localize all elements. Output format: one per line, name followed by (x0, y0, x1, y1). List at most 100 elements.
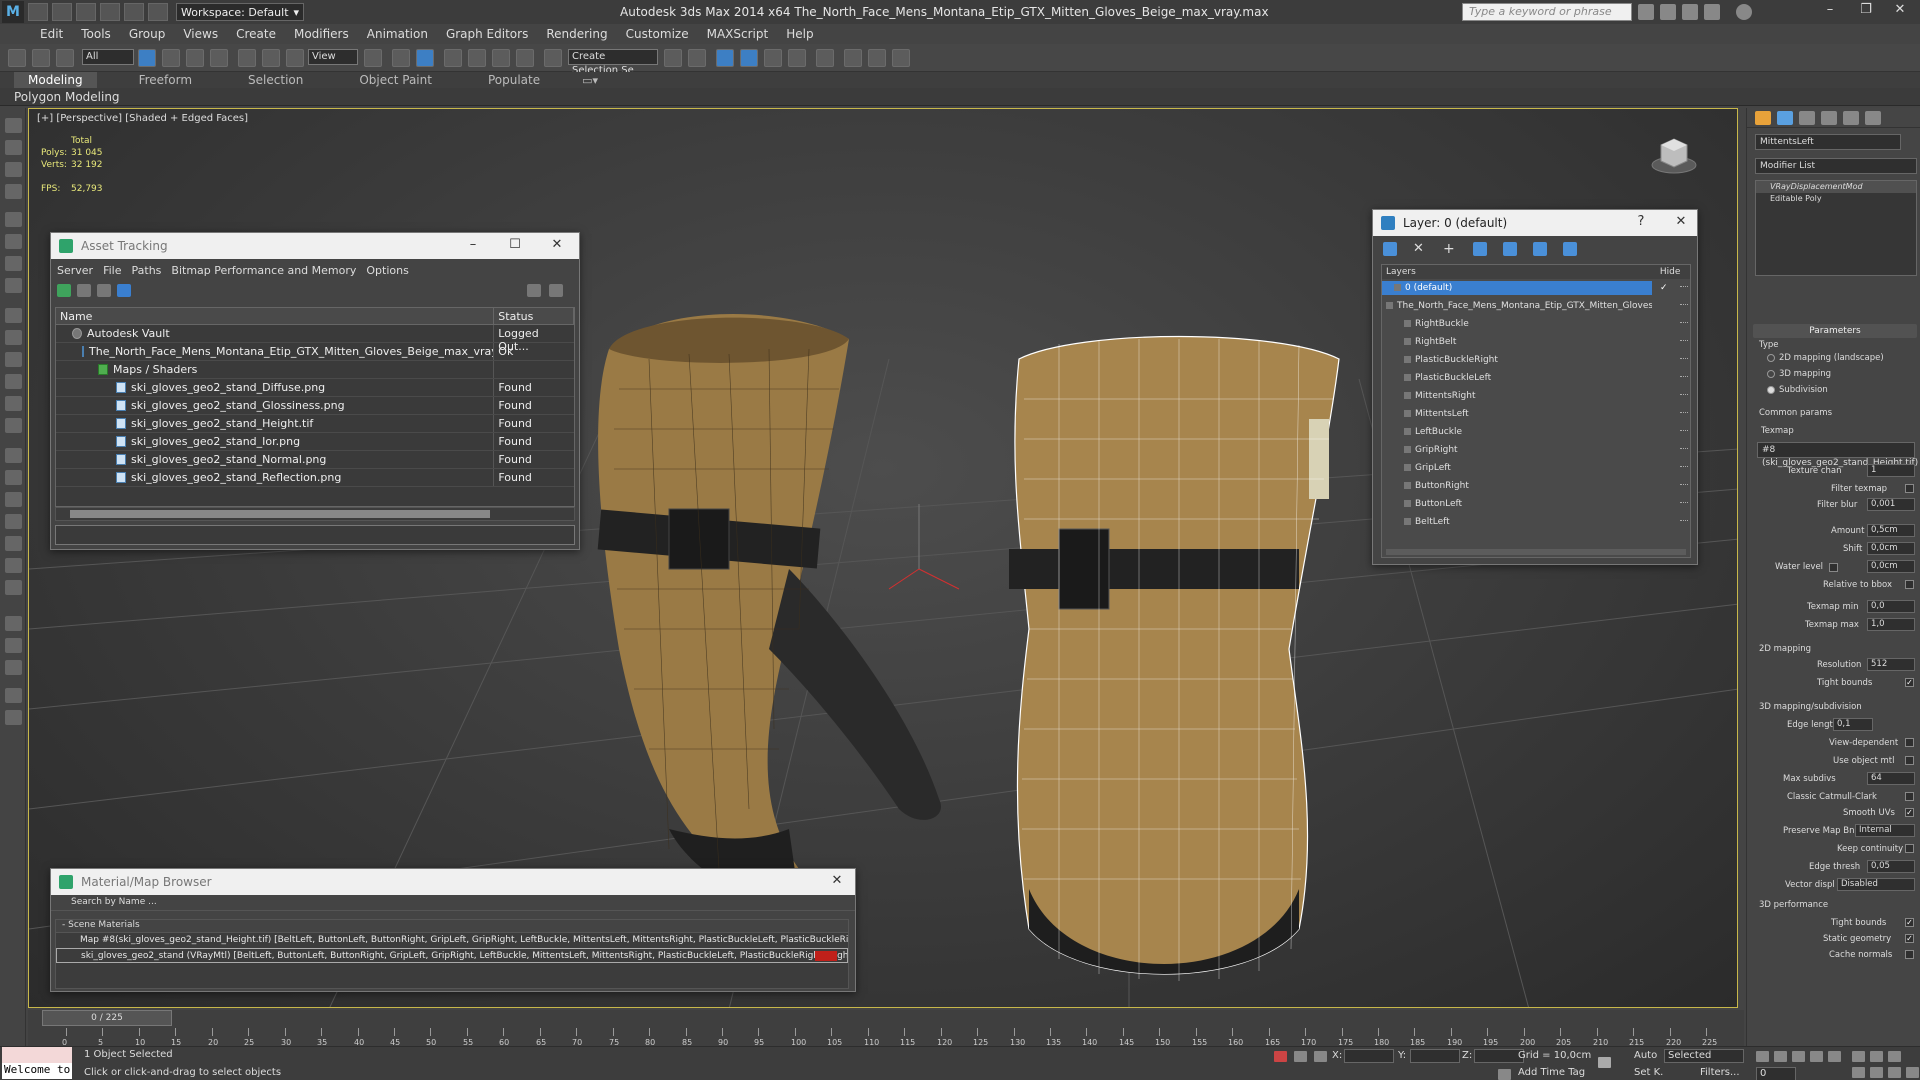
mirror-icon[interactable] (664, 49, 682, 67)
list-view-icon[interactable] (77, 284, 91, 297)
key-icon[interactable] (1598, 1057, 1611, 1068)
classic-catmull-checkbox[interactable] (1905, 792, 1914, 801)
hide-toggle[interactable] (1680, 502, 1688, 504)
key-filter-dropdown[interactable]: Selected (1664, 1049, 1744, 1063)
polygon-modeling-label[interactable]: Polygon Modeling (14, 90, 120, 104)
smooth-uvs-checkbox[interactable]: ✓ (1905, 808, 1914, 817)
table-row[interactable]: Maps / Shaders (56, 361, 574, 379)
column-name[interactable]: Name (56, 308, 495, 324)
preserve-map-dropdown[interactable]: Internal (1855, 824, 1915, 837)
right-mitten-model[interactable] (1009, 335, 1340, 982)
bone-icon[interactable] (5, 580, 22, 595)
viewcube-icon[interactable] (1649, 133, 1699, 175)
rectangular-selection-icon[interactable] (186, 49, 204, 67)
menu-file[interactable]: File (103, 264, 121, 277)
menu-tools[interactable]: Tools (81, 27, 111, 41)
layer-item[interactable]: PlasticBuckleRight (1382, 351, 1690, 369)
resolution-spinner[interactable]: 512 (1867, 658, 1915, 671)
layer-dialog-titlebar[interactable]: Layer: 0 (default) ? ✕ (1373, 210, 1697, 236)
menu-paths[interactable]: Paths (132, 264, 162, 277)
add-time-tag-button[interactable]: Add Time Tag (1518, 1067, 1585, 1078)
orbit-icon[interactable] (1888, 1067, 1901, 1078)
texmap-max-spinner[interactable]: 1,0 (1867, 618, 1915, 631)
cache-normals-checkbox[interactable] (1905, 950, 1914, 959)
keep-continuity-checkbox[interactable] (1905, 844, 1914, 853)
align-icon[interactable] (688, 49, 706, 67)
column-hide[interactable]: Hide (1650, 265, 1690, 279)
hide-toggle[interactable] (1680, 340, 1688, 342)
highlight-layer-icon[interactable] (1503, 242, 1517, 256)
left-mitten-model[interactable] (597, 314, 941, 901)
cone-icon[interactable] (5, 374, 22, 389)
menu-maxscript[interactable]: MAXScript (707, 27, 769, 41)
filter-blur-spinner[interactable]: 0,001 (1867, 498, 1915, 511)
table-row[interactable]: The_North_Face_Mens_Montana_Etip_GTX_Mit… (56, 343, 574, 361)
y-coordinate-field[interactable] (1410, 1049, 1460, 1063)
box-icon[interactable] (5, 118, 22, 133)
z-coordinate-field[interactable] (1474, 1049, 1524, 1063)
motion-tab-icon[interactable] (1821, 111, 1837, 125)
modifier-stack-item[interactable]: Editable Poly (1756, 193, 1916, 205)
hide-toggle[interactable] (1680, 286, 1688, 288)
max-subdivs-spinner[interactable]: 64 (1867, 772, 1915, 785)
particle-icon[interactable] (5, 448, 22, 463)
table-row[interactable]: ski_gloves_geo2_stand_Normal.png Found (56, 451, 574, 469)
link-icon[interactable] (8, 49, 26, 67)
layer-item[interactable]: RightBelt (1382, 333, 1690, 351)
set-key-button[interactable]: Set K. (1634, 1067, 1663, 1078)
tab-modeling[interactable]: Modeling (14, 72, 97, 88)
edge-length-spinner[interactable]: 0,1 (1833, 718, 1873, 731)
space-warp-icon[interactable] (5, 256, 22, 271)
unlink-icon[interactable] (32, 49, 50, 67)
vector-displ-dropdown[interactable]: Disabled (1837, 878, 1915, 891)
minimize-icon[interactable]: – (1810, 2, 1850, 22)
radio-subdivision[interactable] (1767, 386, 1775, 394)
walkthrough-icon[interactable] (5, 638, 22, 653)
radio-2d-mapping[interactable] (1767, 354, 1775, 362)
open-file-icon[interactable] (52, 3, 72, 21)
menu-bitmap-performance[interactable]: Bitmap Performance and Memory (171, 264, 356, 277)
search-input[interactable]: Type a keyword or phrase (1462, 3, 1632, 21)
texmap-min-spinner[interactable]: 0,0 (1867, 600, 1915, 613)
ribbon-options-icon[interactable]: ▭▾ (582, 74, 598, 87)
time-slider[interactable]: 0 / 225 (42, 1010, 172, 1026)
key-filters-button[interactable]: Filters... (1700, 1067, 1740, 1078)
workspace-dropdown[interactable]: Workspace: Default ▾ (176, 3, 304, 21)
systems-icon[interactable] (5, 278, 22, 293)
utilities-tab-icon[interactable] (1865, 111, 1881, 125)
column-layers[interactable]: Layers (1382, 265, 1650, 279)
biped-icon[interactable] (5, 492, 22, 507)
move-icon[interactable] (238, 49, 256, 67)
tab-populate[interactable]: Populate (474, 72, 554, 88)
hide-toggle[interactable] (1680, 484, 1688, 486)
binoculars-icon[interactable] (1638, 4, 1654, 20)
zoom-all-icon[interactable] (1870, 1051, 1883, 1062)
horizontal-scrollbar[interactable] (55, 507, 575, 521)
menu-help[interactable]: Help (786, 27, 813, 41)
asset-tracking-titlebar[interactable]: Asset Tracking – ☐ ✕ (51, 233, 579, 259)
light-icon[interactable] (5, 396, 22, 411)
zoom-extents-icon[interactable] (1888, 1051, 1901, 1062)
table-row[interactable]: ski_gloves_geo2_stand_Diffuse.png Found (56, 379, 574, 397)
menu-animation[interactable]: Animation (367, 27, 428, 41)
go-to-start-icon[interactable] (1756, 1051, 1769, 1062)
tab-selection[interactable]: Selection (234, 72, 317, 88)
time-tag-icon[interactable] (1498, 1069, 1511, 1080)
close-icon[interactable]: ✕ (1669, 214, 1693, 232)
layer-item[interactable]: MittentsLeft (1382, 405, 1690, 423)
settings-icon[interactable] (549, 284, 563, 297)
teapot-icon[interactable] (5, 352, 22, 367)
material-row[interactable]: ski_gloves_geo2_stand (VRayMtl) [BeltLef… (56, 948, 848, 963)
close-icon[interactable]: ✕ (545, 237, 569, 255)
subscription-icon[interactable] (1660, 4, 1676, 20)
add-to-layer-icon[interactable]: + (1443, 242, 1457, 256)
reference-coordinate-dropdown[interactable]: View (308, 49, 358, 65)
menu-group[interactable]: Group (129, 27, 166, 41)
hide-toggle[interactable] (1680, 322, 1688, 324)
maxscript-listener-mini[interactable] (2, 1047, 72, 1063)
menu-options[interactable]: Options (366, 264, 408, 277)
hide-toggle[interactable] (1680, 448, 1688, 450)
spinner-snap-icon[interactable] (516, 49, 534, 67)
render-setup-icon[interactable] (844, 49, 862, 67)
water-level-checkbox[interactable] (1829, 563, 1838, 572)
